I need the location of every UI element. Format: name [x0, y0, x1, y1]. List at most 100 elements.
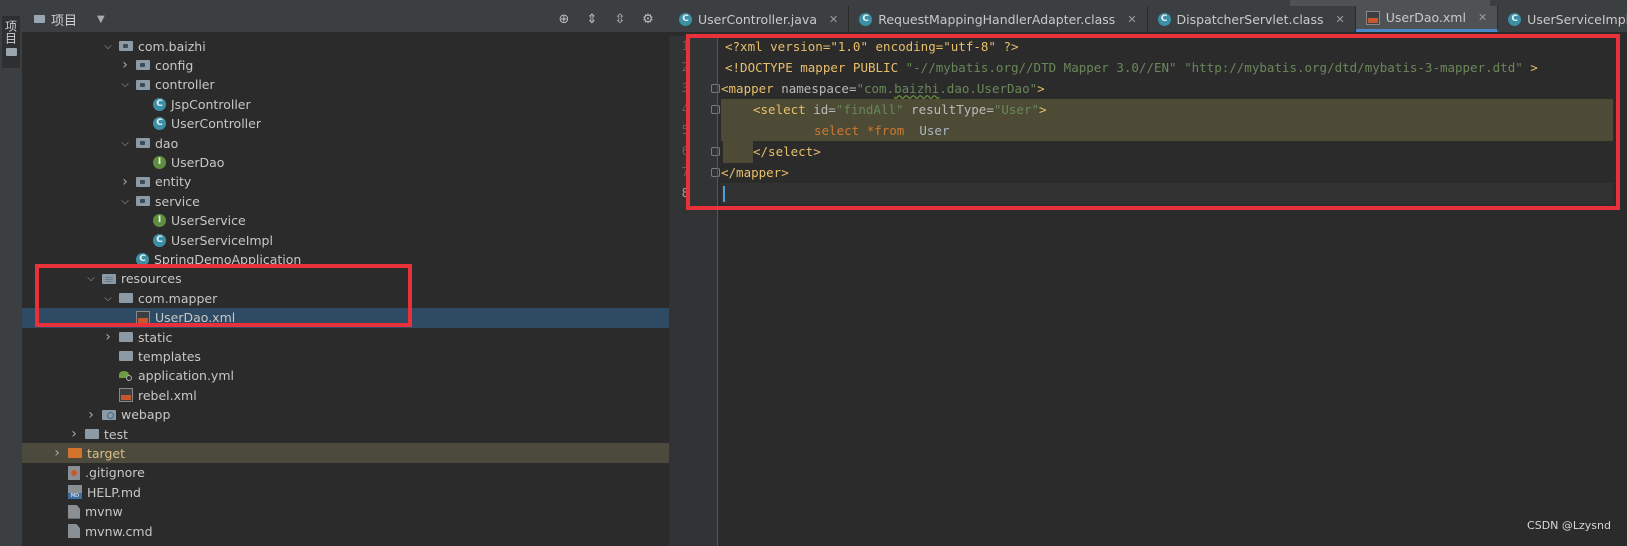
folder-icon	[119, 351, 133, 362]
code-line-2[interactable]: <!DOCTYPE mapper PUBLIC "-//mybatis.org/…	[721, 57, 1613, 78]
tree-item[interactable]: › config	[22, 55, 682, 75]
editor-tab-label: RequestMappingHandlerAdapter.class	[878, 11, 1116, 27]
tree-item[interactable]: ⌵ resources	[22, 269, 682, 289]
line-number: 1	[681, 39, 689, 53]
tree-item[interactable]: › test	[22, 424, 682, 444]
select-close-tag: </select>	[753, 144, 821, 159]
expand-all-icon[interactable]: ⇕	[584, 11, 600, 27]
tree-item[interactable]: ⌵ com.baizhi	[22, 36, 682, 56]
markdown-file-icon	[68, 485, 82, 500]
doctype-end: >	[1522, 60, 1538, 75]
chevron-down-icon[interactable]: ⌵	[119, 196, 131, 207]
close-icon[interactable]: ✕	[1336, 13, 1345, 26]
class-icon: C	[1157, 12, 1171, 26]
tree-item[interactable]: application.yml	[22, 366, 682, 386]
project-tool-window-tab[interactable]: 项目	[2, 16, 20, 68]
tree-item[interactable]: › static	[22, 327, 682, 347]
class-icon: C	[153, 97, 166, 111]
fold-marker-icon[interactable]	[711, 84, 720, 93]
code-line-1[interactable]: <?xml version="1.0" encoding="utf-8" ?>	[721, 36, 1613, 57]
chevron-right-icon[interactable]: ›	[51, 445, 63, 461]
project-view-selector[interactable]: 项目 ▼	[22, 10, 105, 29]
tree-item[interactable]: C UserServiceImpl	[22, 230, 682, 250]
tree-item[interactable]: › webapp	[22, 405, 682, 425]
tree-item[interactable]: ⌵ com.mapper	[22, 288, 682, 308]
tree-item-label: .gitignore	[85, 465, 145, 481]
tree-item[interactable]: C SpringDemoApplication	[22, 249, 682, 269]
tree-item-label: mvnw.cmd	[85, 523, 153, 539]
project-panel: 项目 ▼ ⊕ ⇕ ⇳ ⚙ — ⌵ com.baizhi › config ⌵ contro…	[22, 6, 694, 546]
tree-item[interactable]: UserDao.xml	[22, 307, 682, 328]
code-line-5[interactable]: select *from User	[721, 120, 1613, 141]
tree-item[interactable]: › target	[22, 443, 682, 464]
chevron-right-icon[interactable]: ›	[85, 407, 97, 423]
editor-tab[interactable]: C DispatcherServlet.class ✕	[1148, 6, 1356, 32]
fold-marker-icon[interactable]	[711, 147, 720, 156]
editor-tab-bar: C UserController.java ✕ C RequestMappingHand…	[669, 6, 1627, 32]
tree-item[interactable]: .gitignore	[22, 463, 682, 483]
tree-item[interactable]: I UserDao	[22, 152, 682, 172]
yml-file-icon	[119, 369, 133, 382]
result-type-attr: resultType=	[903, 102, 994, 117]
tree-item[interactable]: ⌵ service	[22, 191, 682, 211]
chevron-right-icon[interactable]: ›	[119, 174, 131, 190]
doctype-system-id: "http://mybatis.org/dtd/mybatis-3-mapper…	[1184, 60, 1523, 75]
tree-item-label: service	[155, 193, 200, 209]
tree-item[interactable]: I UserService	[22, 211, 682, 231]
code-line-8[interactable]	[721, 183, 1613, 204]
tree-item[interactable]: rebel.xml	[22, 385, 682, 405]
editor-tab[interactable]: C RequestMappingHandlerAdapter.class ✕	[849, 6, 1148, 32]
tree-item-label: UserService	[171, 213, 246, 229]
package-folder-icon	[119, 41, 133, 51]
tree-item[interactable]: C JspController	[22, 94, 682, 114]
chevron-down-icon[interactable]: ⌵	[119, 138, 131, 149]
editor-panel: C UserController.java ✕ C RequestMappingHand…	[669, 6, 1627, 546]
chevron-down-icon[interactable]: ⌵	[102, 293, 114, 304]
chevron-down-icon[interactable]: ⌵	[85, 273, 97, 284]
tree-item[interactable]: mvnw.cmd	[22, 521, 682, 541]
id-attr: id=	[813, 102, 836, 117]
fold-marker-icon[interactable]	[711, 168, 720, 177]
tree-item[interactable]: mvnw	[22, 502, 682, 522]
collapse-all-icon[interactable]: ⇳	[612, 11, 628, 27]
line-number: 4	[681, 102, 689, 116]
chevron-right-icon[interactable]: ›	[68, 426, 80, 442]
chevron-down-icon[interactable]: ⌵	[119, 79, 131, 90]
class-icon: C	[1508, 12, 1522, 26]
close-icon[interactable]: ✕	[1127, 13, 1136, 26]
text-caret	[723, 186, 725, 202]
tree-item[interactable]: ⌵ dao	[22, 133, 682, 153]
chevron-right-icon[interactable]: ›	[119, 57, 131, 73]
code-line-7[interactable]: </mapper>	[721, 162, 1613, 183]
gear-icon[interactable]: ⚙	[640, 11, 656, 27]
close-icon[interactable]: ✕	[829, 13, 838, 26]
code-line-3[interactable]: <mapper namespace= "com. baizhi .dao.Use…	[721, 78, 1613, 99]
code-line-6[interactable]: </select>	[721, 141, 1613, 162]
tree-item-label: UserServiceImpl	[171, 232, 273, 248]
editor-tab[interactable]: C UserController.java ✕	[669, 6, 850, 32]
tree-item[interactable]: C UserController	[22, 114, 682, 134]
close-icon[interactable]: ✕	[1478, 11, 1487, 24]
mapper-close-tag: </mapper>	[721, 165, 789, 180]
select-open-close: >	[1039, 102, 1047, 117]
orange-folder-icon	[68, 448, 82, 459]
tree-item[interactable]: › entity	[22, 172, 682, 192]
tree-item[interactable]: templates	[22, 346, 682, 366]
watermark: CSDN @Lzysnd	[1527, 519, 1611, 532]
result-type-value: "User"	[993, 102, 1039, 117]
fold-marker-icon[interactable]	[711, 105, 720, 114]
editor-tab[interactable]: CUserServiceImpl.java✕	[1498, 6, 1627, 32]
chevron-down-icon[interactable]: ▼	[97, 14, 105, 25]
chevron-down-icon[interactable]: ⌵	[102, 41, 114, 52]
chevron-right-icon[interactable]: ›	[102, 329, 114, 345]
folder-icon	[119, 293, 133, 304]
text-file-icon	[68, 524, 80, 538]
tree-item[interactable]: ⌵ controller	[22, 75, 682, 95]
tree-item[interactable]: HELP.md	[22, 482, 682, 502]
code-line-4[interactable]: <select id= "findAll" resultType= "User"…	[721, 99, 1613, 120]
locate-icon[interactable]: ⊕	[556, 11, 572, 27]
class-icon: C	[153, 117, 166, 131]
class-icon: C	[679, 12, 692, 26]
editor-tab[interactable]: UserDao.xml ✕	[1355, 6, 1499, 32]
folder-icon	[34, 15, 45, 23]
